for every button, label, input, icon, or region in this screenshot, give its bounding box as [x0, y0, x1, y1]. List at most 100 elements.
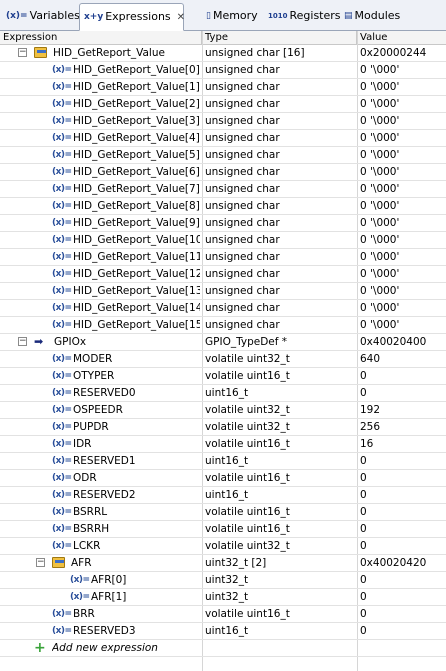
variable-icon: (x)= — [52, 218, 72, 228]
expression-value[interactable]: 0 '\000' — [360, 62, 444, 78]
expression-row[interactable]: (x)= OSPEEDR volatile uint32_t 192 — [0, 402, 446, 419]
expression-value[interactable]: 0x40020420 — [360, 555, 444, 571]
expression-value[interactable]: 0 '\000' — [360, 147, 444, 163]
expression-value[interactable]: 640 — [360, 351, 444, 367]
close-icon[interactable]: ✕ — [177, 5, 185, 31]
expression-value[interactable]: 0 — [360, 572, 444, 588]
expressions-icon: x+y — [84, 12, 104, 22]
expression-row[interactable]: (x)= RESERVED2 uint16_t 0 — [0, 487, 446, 504]
tab-label-memory: Memory — [212, 9, 258, 22]
expression-type: unsigned char — [205, 98, 280, 110]
expression-row[interactable]: (x)= HID_GetReport_Value[8] unsigned char 0… — [0, 198, 446, 215]
column-header-type[interactable]: Type — [202, 31, 357, 44]
expression-value[interactable]: 0 — [360, 385, 444, 401]
expression-row[interactable]: (x)= ODR volatile uint16_t 0 — [0, 470, 446, 487]
add-expression-label[interactable]: Add new expression — [52, 640, 200, 656]
expression-value[interactable]: 0 '\000' — [360, 96, 444, 112]
expression-row[interactable]: (x)= IDR volatile uint16_t 16 — [0, 436, 446, 453]
variable-icon: (x)= — [52, 507, 72, 517]
expression-type: volatile uint16_t — [205, 523, 290, 535]
expression-name: AFR — [71, 557, 92, 569]
expression-value[interactable]: 0 '\000' — [360, 249, 444, 265]
expression-name: HID_GetReport_Value[4] — [73, 132, 200, 144]
expression-value[interactable]: 0x20000244 — [360, 45, 444, 61]
expression-value[interactable]: 0 '\000' — [360, 232, 444, 248]
expression-value[interactable]: 0 — [360, 589, 444, 605]
expression-row[interactable]: (x)= HID_GetReport_Value[1] unsigned char 0… — [0, 79, 446, 96]
expression-value[interactable]: 0 '\000' — [360, 266, 444, 282]
expression-value[interactable]: 0 — [360, 453, 444, 469]
expression-row[interactable]: (x)= RESERVED3 uint16_t 0 — [0, 623, 446, 640]
expression-type: volatile uint32_t — [205, 353, 290, 365]
tab-label-modules: Modules — [354, 9, 401, 22]
expression-value[interactable]: 0 '\000' — [360, 130, 444, 146]
expression-value[interactable]: 0 — [360, 470, 444, 486]
expression-value[interactable]: 0 '\000' — [360, 300, 444, 316]
expression-value[interactable]: 16 — [360, 436, 444, 452]
tab-expressions[interactable]: x+y Expressions ✕ — [79, 3, 185, 31]
expression-value[interactable]: 0 — [360, 487, 444, 503]
tab-modules[interactable]: ▤ Modules — [340, 5, 410, 29]
expression-row[interactable]: (x)= OTYPER volatile uint16_t 0 — [0, 368, 446, 385]
collapse-toggle-icon[interactable]: − — [18, 48, 27, 57]
collapse-toggle-icon[interactable]: − — [18, 337, 27, 346]
add-expression-row[interactable]: + Add new expression — [0, 640, 446, 657]
expression-row[interactable]: (x)= BSRRL volatile uint16_t 0 — [0, 504, 446, 521]
collapse-toggle-icon[interactable]: − — [36, 558, 45, 567]
expression-value[interactable]: 256 — [360, 419, 444, 435]
expression-value[interactable]: 0 '\000' — [360, 215, 444, 231]
expression-row[interactable]: (x)= RESERVED1 uint16_t 0 — [0, 453, 446, 470]
expression-value[interactable]: 0 '\000' — [360, 164, 444, 180]
expression-value[interactable]: 0 '\000' — [360, 317, 444, 333]
expression-row[interactable]: (x)= HID_GetReport_Value[13] unsigned char… — [0, 283, 446, 300]
expression-value[interactable]: 0 '\000' — [360, 283, 444, 299]
expression-value[interactable] — [360, 640, 444, 656]
variables-icon: (x)= — [6, 11, 28, 21]
add-icon[interactable]: + — [34, 640, 46, 656]
expression-value[interactable]: 0 — [360, 521, 444, 537]
expression-name: HID_GetReport_Value[8] — [73, 200, 200, 212]
expression-row[interactable]: (x)= PUPDR volatile uint32_t 256 — [0, 419, 446, 436]
expression-row[interactable]: (x)= MODER volatile uint32_t 640 — [0, 351, 446, 368]
tab-memory[interactable]: ▯ Memory — [202, 5, 262, 29]
tab-registers[interactable]: 1010 Registers — [264, 5, 341, 29]
expression-value[interactable]: 0 — [360, 538, 444, 554]
expression-value[interactable]: 0x40020400 — [360, 334, 444, 350]
expression-row[interactable]: (x)= HID_GetReport_Value[5] unsigned char 0… — [0, 147, 446, 164]
expression-row[interactable]: (x)= AFR[0] uint32_t 0 — [0, 572, 446, 589]
expression-row[interactable]: − ➡ GPIOx GPIO_TypeDef * 0x40020400 — [0, 334, 446, 351]
expression-row[interactable]: (x)= BSRRH volatile uint16_t 0 — [0, 521, 446, 538]
expression-value[interactable]: 0 — [360, 623, 444, 639]
expression-row[interactable]: (x)= HID_GetReport_Value[11] unsigned char… — [0, 249, 446, 266]
tab-variables[interactable]: (x)= Variables — [2, 5, 80, 29]
expression-value[interactable]: 0 '\000' — [360, 181, 444, 197]
expression-row[interactable]: (x)= HID_GetReport_Value[2] unsigned char 0… — [0, 96, 446, 113]
expression-row[interactable]: (x)= AFR[1] uint32_t 0 — [0, 589, 446, 606]
column-header-expression[interactable]: Expression — [0, 31, 202, 44]
expression-value[interactable]: 0 — [360, 606, 444, 622]
expression-row[interactable]: (x)= HID_GetReport_Value[7] unsigned char 0… — [0, 181, 446, 198]
expression-row[interactable]: (x)= HID_GetReport_Value[4] unsigned char 0… — [0, 130, 446, 147]
expression-value[interactable]: 0 '\000' — [360, 79, 444, 95]
expression-row[interactable]: (x)= LCKR volatile uint32_t 0 — [0, 538, 446, 555]
expression-row[interactable]: (x)= BRR volatile uint16_t 0 — [0, 606, 446, 623]
expression-value[interactable]: 0 — [360, 504, 444, 520]
expression-row[interactable]: − AFR uint32_t [2] 0x40020420 — [0, 555, 446, 572]
expression-row[interactable]: (x)= HID_GetReport_Value[6] unsigned char 0… — [0, 164, 446, 181]
expression-value[interactable]: 0 '\000' — [360, 113, 444, 129]
expression-row[interactable]: (x)= HID_GetReport_Value[15] unsigned char… — [0, 317, 446, 334]
expression-value[interactable]: 192 — [360, 402, 444, 418]
expression-type: unsigned char — [205, 234, 280, 246]
expression-value[interactable]: 0 '\000' — [360, 198, 444, 214]
expression-row[interactable]: (x)= HID_GetReport_Value[12] unsigned char… — [0, 266, 446, 283]
expression-row[interactable]: (x)= RESERVED0 uint16_t 0 — [0, 385, 446, 402]
expression-value[interactable]: 0 — [360, 368, 444, 384]
expression-row[interactable]: (x)= HID_GetReport_Value[3] unsigned char 0… — [0, 113, 446, 130]
column-header-value[interactable]: Value — [357, 31, 446, 44]
expression-row[interactable]: (x)= HID_GetReport_Value[9] unsigned char 0… — [0, 215, 446, 232]
expression-row[interactable]: − HID_GetReport_Value unsigned char [16] 0x… — [0, 45, 446, 62]
expression-row[interactable]: (x)= HID_GetReport_Value[14] unsigned char… — [0, 300, 446, 317]
variable-icon: (x)= — [52, 371, 72, 381]
expression-row[interactable]: (x)= HID_GetReport_Value[0] unsigned char 0… — [0, 62, 446, 79]
expression-row[interactable]: (x)= HID_GetReport_Value[10] unsigned char… — [0, 232, 446, 249]
